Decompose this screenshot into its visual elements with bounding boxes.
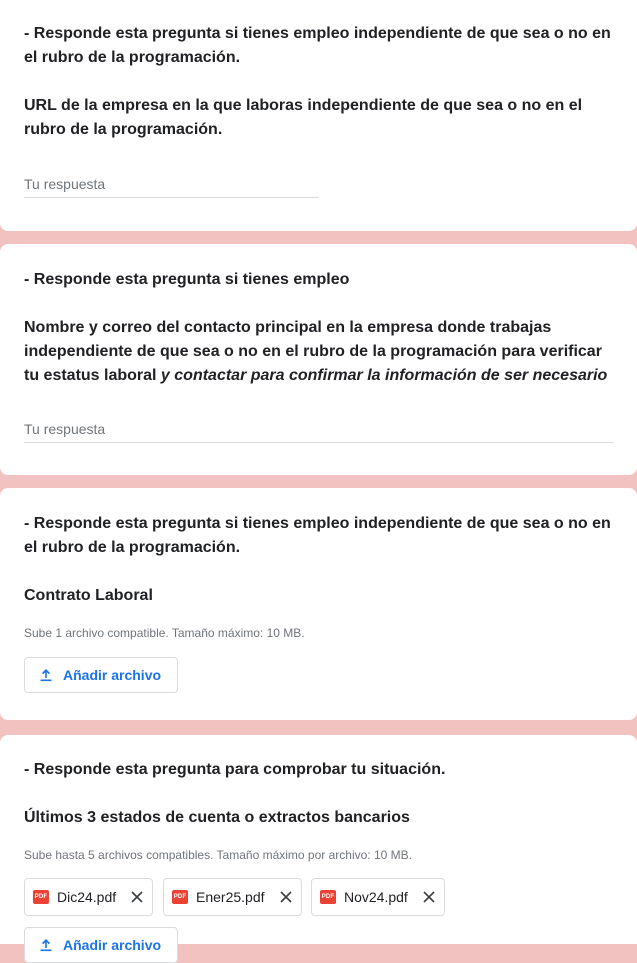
question-title-italic: y contactar para confirmar la informació… — [160, 367, 608, 384]
file-name: Nov24.pdf — [344, 889, 408, 905]
question-card-url: - Responde esta pregunta si tienes emple… — [0, 0, 637, 231]
upload-hint: Sube 1 archivo compatible. Tamaño máximo… — [24, 626, 305, 640]
contact-answer-input[interactable]: Tu respuesta — [24, 420, 614, 443]
question-intro: - Responde esta pregunta si tienes emple… — [24, 515, 611, 556]
upload-icon — [40, 939, 52, 952]
remove-file-icon[interactable] — [130, 890, 144, 904]
add-file-button[interactable]: Añadir archivo — [24, 657, 179, 693]
url-answer-input[interactable]: Tu respuesta — [24, 175, 319, 198]
remove-file-icon[interactable] — [279, 890, 293, 904]
answer-placeholder: Tu respuesta — [24, 421, 106, 437]
pdf-file-icon: PDF — [172, 890, 188, 904]
answer-placeholder: Tu respuesta — [24, 176, 106, 192]
remove-file-icon[interactable] — [422, 890, 436, 904]
file-chip[interactable]: PDF Dic24.pdf — [24, 878, 154, 916]
pdf-file-icon: PDF — [320, 890, 336, 904]
question-card-contact: - Responde esta pregunta si tienes emple… — [0, 244, 637, 475]
file-chip[interactable]: PDF Ener25.pdf — [163, 878, 302, 916]
question-title: Nombre y correo del contacto principal e… — [24, 316, 614, 388]
add-file-label: Añadir archivo — [63, 667, 162, 683]
upload-icon — [40, 669, 52, 682]
add-file-button[interactable]: Añadir archivo — [24, 927, 179, 963]
add-file-label: Añadir archivo — [63, 937, 162, 953]
question-card-bank-statements: - Responde esta pregunta para comprobar … — [0, 735, 637, 963]
pdf-file-icon: PDF — [33, 890, 49, 904]
question-card-contract: - Responde esta pregunta si tienes emple… — [0, 488, 637, 720]
question-title: Últimos 3 estados de cuenta o extractos … — [24, 809, 410, 826]
file-chip[interactable]: PDF Nov24.pdf — [311, 878, 445, 916]
question-intro: - Responde esta pregunta para comprobar … — [24, 761, 446, 778]
question-title: Contrato Laboral — [24, 587, 153, 604]
file-name: Dic24.pdf — [57, 889, 117, 905]
question-intro: - Responde esta pregunta si tienes emple… — [24, 25, 611, 66]
file-name: Ener25.pdf — [196, 889, 265, 905]
question-intro: - Responde esta pregunta si tienes emple… — [24, 271, 350, 288]
upload-hint: Sube hasta 5 archivos compatibles. Tamañ… — [24, 848, 412, 862]
question-title: URL de la empresa en la que laboras inde… — [24, 97, 583, 138]
